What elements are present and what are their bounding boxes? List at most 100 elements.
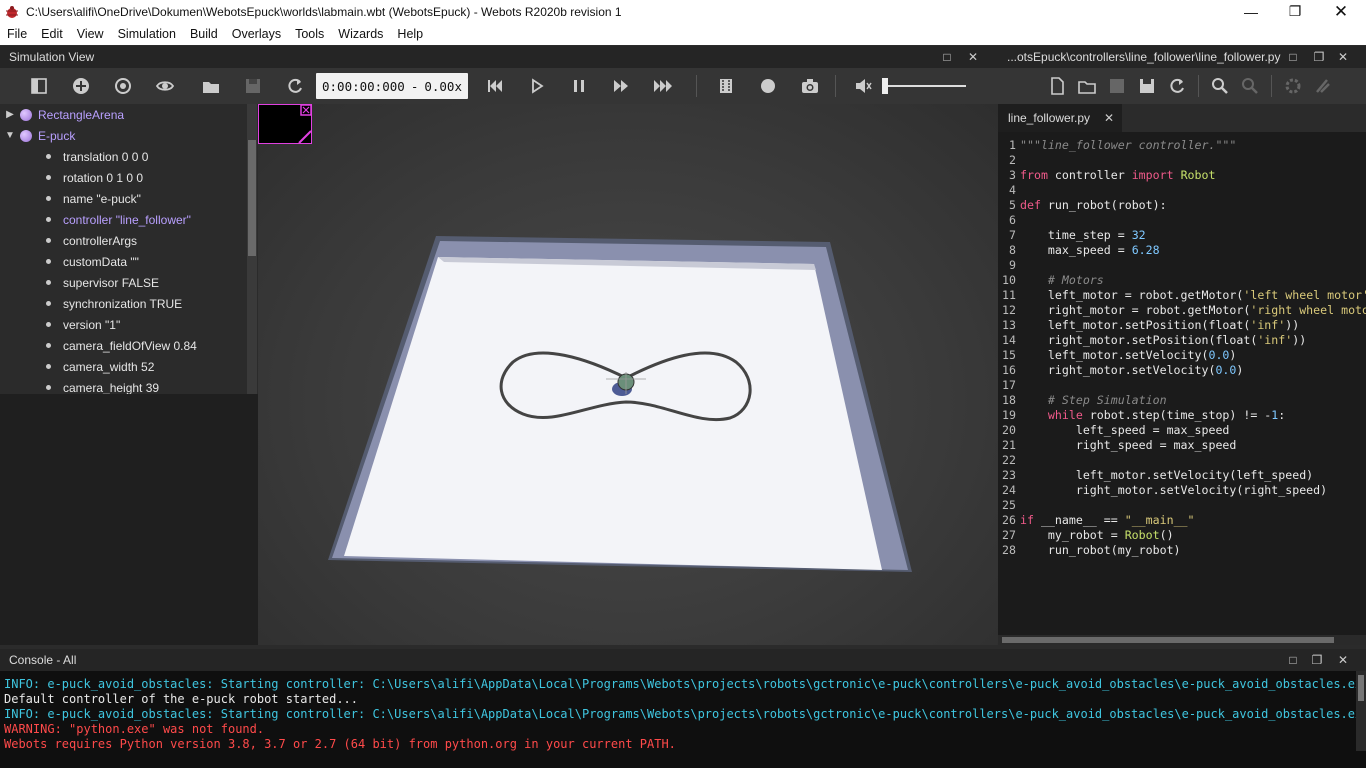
tree-field[interactable]: version "1" [0, 314, 257, 335]
editor-horizontal-scrollbar[interactable] [998, 635, 1366, 645]
code-line[interactable]: 3 from controller import Robot [998, 168, 1366, 183]
console-scrollbar[interactable] [1356, 671, 1366, 751]
chevron-right-icon[interactable]: ▶ [0, 109, 20, 120]
tree-field[interactable]: controllerArgs [0, 230, 257, 251]
open-file-button[interactable] [1072, 71, 1102, 101]
code-line[interactable]: 17 [998, 378, 1366, 393]
build-button[interactable] [1278, 71, 1308, 101]
tree-field[interactable]: synchronization TRUE [0, 293, 257, 314]
tree-node-rectanglearena[interactable]: ▶ RectangleArena [0, 104, 257, 125]
new-file-button[interactable] [1042, 71, 1072, 101]
code-line[interactable]: 13 left_motor.setPosition(float('inf')) [998, 318, 1366, 333]
code-line[interactable]: 24 right_motor.setVelocity(right_speed) [998, 483, 1366, 498]
tree-node-e-puck[interactable]: ▼ E-puck [0, 125, 257, 146]
toggle-scene-tree-button[interactable] [24, 71, 54, 101]
code-line[interactable]: 2 [998, 153, 1366, 168]
save-as-button[interactable] [1132, 71, 1162, 101]
replace-button[interactable] [1235, 71, 1265, 101]
code-line[interactable]: 19 while robot.step(time_stop) != -1: [998, 408, 1366, 423]
run-realtime-button[interactable] [606, 71, 636, 101]
code-line[interactable]: 15 left_motor.setVelocity(0.0) [998, 348, 1366, 363]
reset-viewpoint-button[interactable] [108, 71, 138, 101]
code-editor[interactable]: 1 """line_follower controller.""" 2 3 from c… [998, 132, 1366, 635]
code-line[interactable]: 4 [998, 183, 1366, 198]
maximize-button[interactable]: ❐ [1272, 0, 1318, 23]
menu-help[interactable]: Help [390, 27, 430, 41]
tree-field[interactable]: customData "" [0, 251, 257, 272]
code-line[interactable]: 18 # Step Simulation [998, 393, 1366, 408]
save-file-button[interactable] [1102, 71, 1132, 101]
code-line[interactable]: 25 [998, 498, 1366, 513]
scrollbar-thumb[interactable] [248, 140, 256, 256]
code-line[interactable]: 27 my_robot = Robot() [998, 528, 1366, 543]
camera-overlay[interactable] [258, 104, 312, 144]
code-line[interactable]: 20 left_speed = max_speed [998, 423, 1366, 438]
tree-field-controller[interactable]: controller "line_follower" [0, 209, 257, 230]
run-fast-button[interactable] [648, 71, 678, 101]
menu-view[interactable]: View [70, 27, 111, 41]
code-line[interactable]: 5 def run_robot(robot): [998, 198, 1366, 213]
code-line[interactable]: 22 [998, 453, 1366, 468]
console-output[interactable]: INFO: e-puck_avoid_obstacles: Starting c… [0, 671, 1366, 768]
close-tab-icon[interactable]: ✕ [1104, 111, 1114, 125]
scrollbar-thumb[interactable] [1358, 675, 1364, 701]
minimize-button[interactable]: — [1228, 0, 1274, 23]
menu-simulation[interactable]: Simulation [111, 27, 183, 41]
menu-overlays[interactable]: Overlays [225, 27, 288, 41]
screenshot-button[interactable] [795, 71, 825, 101]
chevron-down-icon[interactable]: ▼ [0, 130, 20, 141]
menu-wizards[interactable]: Wizards [331, 27, 390, 41]
restore-panel-icon[interactable]: ❐ [1308, 649, 1326, 671]
close-window-button[interactable]: ✕ [1318, 0, 1364, 23]
save-world-button[interactable] [238, 71, 268, 101]
step-button[interactable] [522, 71, 552, 101]
tree-field[interactable]: camera_fieldOfView 0.84 [0, 335, 257, 356]
reset-simulation-button[interactable] [480, 71, 510, 101]
tree-field[interactable]: translation 0 0 0 [0, 146, 257, 167]
scene-tree-scrollbar[interactable] [247, 104, 257, 394]
code-line[interactable]: 14 right_motor.setPosition(float('inf')) [998, 333, 1366, 348]
tree-field[interactable]: camera_height 39 [0, 377, 257, 394]
record-movie-button[interactable] [711, 71, 741, 101]
menu-edit[interactable]: Edit [34, 27, 70, 41]
tab-line-follower[interactable]: line_follower.py ✕ [998, 104, 1122, 132]
menu-file[interactable]: File [0, 27, 34, 41]
revert-file-button[interactable] [1162, 71, 1192, 101]
restore-panel-icon[interactable]: ❐ [1310, 46, 1328, 68]
volume-slider[interactable] [882, 77, 966, 95]
float-panel-icon[interactable]: □ [1284, 649, 1302, 671]
close-panel-icon[interactable]: ✕ [1334, 46, 1352, 68]
3d-view[interactable] [258, 104, 998, 645]
float-panel-icon[interactable]: □ [1284, 46, 1302, 68]
code-line[interactable]: 16 right_motor.setVelocity(0.0) [998, 363, 1366, 378]
tree-field[interactable]: supervisor FALSE [0, 272, 257, 293]
open-world-button[interactable] [196, 71, 226, 101]
reload-world-button[interactable] [280, 71, 310, 101]
scrollbar-thumb[interactable] [1002, 637, 1334, 643]
add-node-button[interactable] [66, 71, 96, 101]
code-line[interactable]: 26 if __name__ == "__main__" [998, 513, 1366, 528]
tree-field[interactable]: name "e-puck" [0, 188, 257, 209]
mute-button[interactable] [848, 71, 878, 101]
code-line[interactable]: 10 # Motors [998, 273, 1366, 288]
code-line[interactable]: 6 [998, 213, 1366, 228]
code-line[interactable]: 1 """line_follower controller.""" [998, 138, 1366, 153]
menu-build[interactable]: Build [183, 27, 225, 41]
record-animation-button[interactable] [753, 71, 783, 101]
tree-field[interactable]: rotation 0 1 0 0 [0, 167, 257, 188]
code-line[interactable]: 12 right_motor = robot.getMotor('right w… [998, 303, 1366, 318]
tree-field[interactable]: camera_width 52 [0, 356, 257, 377]
close-panel-icon[interactable]: ✕ [964, 46, 982, 68]
code-line[interactable]: 8 max_speed = 6.28 [998, 243, 1366, 258]
code-line[interactable]: 9 [998, 258, 1366, 273]
arena-scene[interactable] [258, 104, 998, 645]
menu-tools[interactable]: Tools [288, 27, 331, 41]
code-line[interactable]: 7 time_step = 32 [998, 228, 1366, 243]
close-panel-icon[interactable]: ✕ [1334, 649, 1352, 671]
float-panel-icon[interactable]: □ [938, 46, 956, 68]
view-options-button[interactable] [150, 71, 180, 101]
code-line[interactable]: 21 right_speed = max_speed [998, 438, 1366, 453]
code-line[interactable]: 23 left_motor.setVelocity(left_speed) [998, 468, 1366, 483]
find-button[interactable] [1205, 71, 1235, 101]
code-line[interactable]: 11 left_motor = robot.getMotor('left whe… [998, 288, 1366, 303]
